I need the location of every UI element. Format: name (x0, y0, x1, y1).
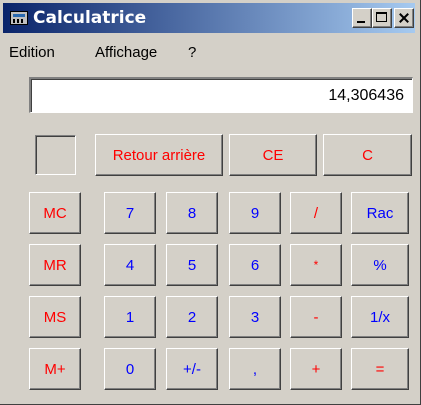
digit-1-button[interactable]: 1 (104, 296, 156, 338)
subtract-button[interactable]: - (290, 296, 342, 338)
sqrt-button[interactable]: Rac (351, 192, 409, 234)
menu-affichage[interactable]: Affichage (95, 44, 157, 61)
title-bar[interactable]: Calculatrice (3, 3, 415, 33)
memory-clear-button[interactable]: MC (29, 192, 81, 234)
memory-store-button[interactable]: MS (29, 296, 81, 338)
maximize-button[interactable] (372, 8, 392, 28)
equals-button[interactable]: = (351, 348, 409, 390)
multiply-button[interactable]: * (290, 244, 342, 286)
decimal-button[interactable]: , (229, 348, 281, 390)
minimize-button[interactable] (352, 8, 372, 28)
calculator-window: Calculatrice Edition Affichage ? 14,3064… (0, 0, 421, 405)
digit-8-button[interactable]: 8 (166, 192, 218, 234)
digit-6-button[interactable]: 6 (229, 244, 281, 286)
digit-5-button[interactable]: 5 (166, 244, 218, 286)
digit-3-button[interactable]: 3 (229, 296, 281, 338)
menu-edition[interactable]: Edition (9, 44, 55, 61)
percent-button[interactable]: % (351, 244, 409, 286)
clear-button[interactable]: C (323, 134, 412, 176)
memory-add-button[interactable]: M+ (29, 348, 81, 390)
digit-9-button[interactable]: 9 (229, 192, 281, 234)
add-button[interactable]: + (290, 348, 342, 390)
close-button[interactable] (394, 8, 414, 28)
digit-4-button[interactable]: 4 (104, 244, 156, 286)
clear-entry-button[interactable]: CE (229, 134, 317, 176)
window-title: Calculatrice (33, 8, 147, 28)
memory-indicator (35, 135, 76, 175)
memory-recall-button[interactable]: MR (29, 244, 81, 286)
digit-7-button[interactable]: 7 (104, 192, 156, 234)
divide-button[interactable]: / (290, 192, 342, 234)
result-display: 14,306436 (29, 77, 413, 113)
digit-2-button[interactable]: 2 (166, 296, 218, 338)
calculator-icon[interactable] (10, 11, 28, 25)
digit-0-button[interactable]: 0 (104, 348, 156, 390)
backspace-button[interactable]: Retour arrière (95, 134, 223, 176)
reciprocal-button[interactable]: 1/x (351, 296, 409, 338)
menu-help[interactable]: ? (188, 44, 196, 61)
sign-toggle-button[interactable]: +/- (166, 348, 218, 390)
